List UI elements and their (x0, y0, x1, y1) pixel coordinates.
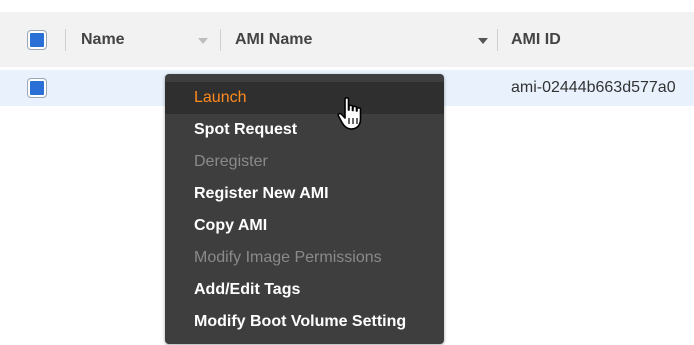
select-all-checkbox[interactable] (28, 31, 46, 49)
hand-pointer-icon (337, 97, 362, 130)
column-divider[interactable] (497, 29, 498, 51)
actions-context-menu: Launch Spot Request Deregister Register … (165, 74, 444, 344)
menu-item-deregister: Deregister (194, 153, 268, 170)
menu-item-copy-ami[interactable]: Copy AMI (165, 210, 444, 242)
menu-item-modify-image-permissions: Modify Image Permissions (194, 249, 382, 266)
column-header-name[interactable]: Name (81, 12, 125, 67)
column-header-ami-name[interactable]: AMI Name (235, 12, 312, 67)
ami-id-cell: ami-02444b663d577a0 (511, 79, 676, 96)
column-divider[interactable] (220, 29, 221, 51)
row-checkbox[interactable] (28, 79, 46, 97)
column-divider (65, 29, 66, 51)
menu-item-spot-request[interactable]: Spot Request (165, 114, 444, 146)
sort-arrow-icon[interactable] (478, 38, 488, 44)
table-header: Name AMI Name AMI ID (0, 12, 694, 67)
menu-item-register-new-ami[interactable]: Register New AMI (165, 178, 444, 210)
menu-item-launch[interactable]: Launch (165, 82, 444, 114)
menu-item-add-edit-tags[interactable]: Add/Edit Tags (165, 274, 444, 306)
menu-item-modify-boot-volume-setting[interactable]: Modify Boot Volume Setting (165, 306, 444, 338)
sort-arrow-icon[interactable] (198, 38, 208, 44)
column-header-ami-id[interactable]: AMI ID (511, 12, 561, 67)
